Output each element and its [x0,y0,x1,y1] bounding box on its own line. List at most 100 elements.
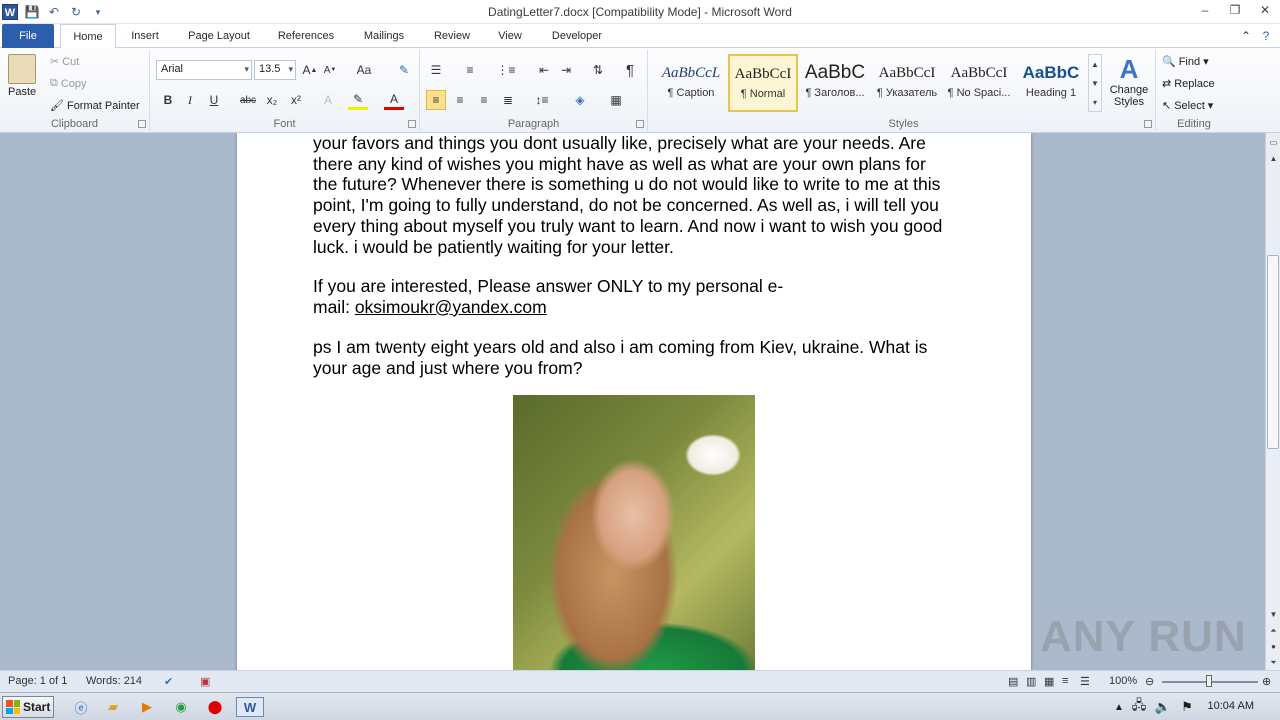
subscript-button[interactable]: x₂ [262,90,282,110]
change-styles-button[interactable]: A Change Styles [1106,54,1152,108]
style-no-spacing[interactable]: AaBbCcI ¶ No Spaci... [944,54,1014,112]
media-player-icon[interactable]: ▶ [136,697,158,717]
shading-icon[interactable]: ◈ [570,90,590,110]
minimize-button[interactable]: – [1190,0,1220,20]
zoom-out-icon[interactable]: ⊖ [1145,675,1154,688]
volume-icon[interactable]: 🔈 [1152,697,1174,717]
decrease-indent-icon[interactable]: ⇤ [534,60,554,80]
style-heading-1[interactable]: AaBbC Heading 1 [1016,54,1086,112]
borders-icon[interactable]: ▦ [606,90,626,110]
tab-insert[interactable]: Insert [122,24,168,48]
clock[interactable]: 10:04 AM [1208,700,1254,712]
word-taskbar-button[interactable]: W [236,697,264,717]
network-icon[interactable]: 🖧 [1128,697,1150,717]
strikethrough-button[interactable]: abc [238,90,258,110]
tab-file[interactable]: File [2,24,54,48]
proofing-icon[interactable]: ✔ [164,675,173,688]
previous-page-icon[interactable]: ⏶ [1266,623,1280,638]
zoom-in-icon[interactable]: ⊕ [1262,675,1271,688]
change-case-icon[interactable]: Aa [354,60,374,80]
outline-icon[interactable]: ≡ [1062,675,1068,687]
web-layout-icon[interactable]: ▦ [1044,675,1054,688]
close-button[interactable]: ✕ [1250,0,1280,20]
cut-button[interactable]: ✂ Cut [50,55,79,69]
italic-button[interactable]: I [180,90,200,110]
minimize-ribbon-icon[interactable]: ⌃ [1236,26,1256,46]
email-link[interactable]: oksimoukr@yandex.com [355,297,547,317]
restore-button[interactable]: ❐ [1220,0,1250,20]
bold-button[interactable]: B [158,90,178,110]
tab-developer[interactable]: Developer [542,24,612,48]
print-layout-icon[interactable]: ▤ [1008,675,1018,688]
show-formatting-icon[interactable]: ¶ [620,60,640,80]
document-page[interactable]: your favors and things you dont usually … [237,133,1031,670]
underline-button[interactable]: U [204,90,224,110]
chrome-icon[interactable]: ◉ [170,697,192,717]
tab-view[interactable]: View [488,24,532,48]
tray-expand-icon[interactable]: ▲ [1108,697,1130,717]
page-count[interactable]: Page: 1 of 1 [8,675,67,687]
clipboard-launcher[interactable] [138,120,146,128]
tab-references[interactable]: References [268,24,344,48]
scroll-thumb[interactable] [1267,255,1279,449]
font-launcher[interactable] [408,120,416,128]
clear-formatting-icon[interactable]: ✎ [394,60,414,80]
sort-icon[interactable]: ⇅ [588,60,608,80]
font-color-icon[interactable]: A [384,90,404,110]
replace-button[interactable]: ⇄ Replace [1162,77,1215,91]
format-painter-button[interactable]: 🖌 Format Painter [50,99,140,113]
body-paragraph-1[interactable]: your favors and things you dont usually … [313,133,953,257]
align-center-icon[interactable]: ≡ [450,90,470,110]
select-button[interactable]: ↖ Select ▾ [1162,99,1213,113]
word-count[interactable]: Words: 214 [86,675,142,687]
scroll-down-icon[interactable]: ▼ [1266,607,1280,622]
explorer-icon[interactable]: ▰ [102,697,124,717]
macro-record-icon[interactable]: ▣ [200,675,210,688]
highlight-icon[interactable]: ✎ [348,90,368,110]
body-paragraph-2[interactable]: If you are interested, Please answer ONL… [313,276,953,317]
multilevel-list-icon[interactable]: ⋮≡ [496,60,516,80]
font-family-combo[interactable]: Arial [156,60,252,80]
zoom-slider-handle[interactable] [1206,675,1212,687]
start-button[interactable]: Start [2,696,54,718]
style-normal[interactable]: AaBbCcI ¶ Normal [728,54,798,112]
full-screen-reading-icon[interactable]: ▥ [1026,675,1036,688]
tab-page-layout[interactable]: Page Layout [178,24,260,48]
style-heading-ru[interactable]: AaBbC ¶ Заголов... [800,54,870,112]
find-button[interactable]: 🔍 Find ▾ [1162,55,1209,69]
text-effects-icon[interactable]: A [318,90,338,110]
paragraph-launcher[interactable] [636,120,644,128]
ruler-toggle-icon[interactable]: ▭ [1266,135,1280,150]
body-paragraph-3[interactable]: ps I am twenty eight years old and also … [313,337,953,378]
scroll-up-icon[interactable]: ▲ [1266,151,1280,166]
numbering-icon[interactable]: ≡ [460,60,480,80]
tab-home[interactable]: Home [60,24,116,49]
opera-icon[interactable]: ⬤ [204,697,226,717]
bullets-icon[interactable]: ☰ [426,60,446,80]
align-right-icon[interactable]: ≡ [474,90,494,110]
styles-scroll[interactable]: ▲ ▼ ▾ [1088,54,1102,112]
document-area[interactable]: your favors and things you dont usually … [0,133,1265,670]
justify-icon[interactable]: ≣ [498,90,518,110]
zoom-level[interactable]: 100% [1109,675,1137,687]
styles-launcher[interactable] [1144,120,1152,128]
font-size-combo[interactable]: 13.5 [254,60,296,80]
grow-font-icon[interactable]: A ▲ [300,60,320,80]
next-page-icon[interactable]: ⏷ [1266,655,1280,670]
paste-button[interactable]: Paste [8,54,36,98]
action-center-icon[interactable]: ⚑ [1176,697,1198,717]
tab-review[interactable]: Review [424,24,480,48]
tab-mailings[interactable]: Mailings [352,24,416,48]
line-spacing-icon[interactable]: ↕≡ [532,90,552,110]
shrink-font-icon[interactable]: A ▼ [320,60,340,80]
copy-button[interactable]: ⧉ Copy [50,77,87,90]
style-caption[interactable]: AaBbCcL ¶ Caption [656,54,726,112]
draft-icon[interactable]: ☰ [1080,675,1090,688]
browse-object-icon[interactable]: ● [1266,639,1280,654]
increase-indent-icon[interactable]: ⇥ [556,60,576,80]
superscript-button[interactable]: x² [286,90,306,110]
style-index-ru[interactable]: AaBbCcI ¶ Указатель [872,54,942,112]
portrait-photo[interactable] [513,395,755,670]
vertical-scrollbar[interactable]: ▭ ▲ ▼ ⏶ ● ⏷ [1265,133,1280,670]
align-left-icon[interactable]: ≡ [426,90,446,110]
